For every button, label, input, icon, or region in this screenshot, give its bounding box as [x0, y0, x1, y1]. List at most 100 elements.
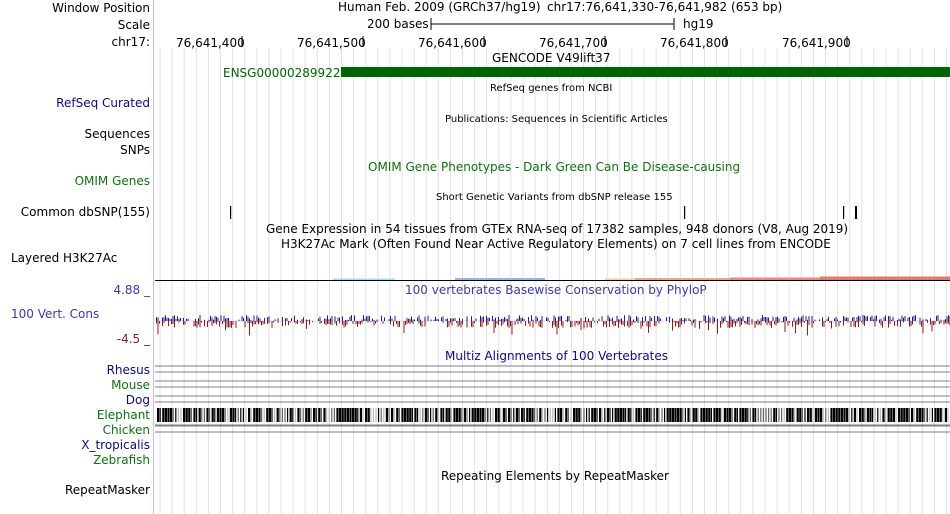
multiz-elephant-block [573, 408, 576, 422]
cons-bar-neg [214, 321, 216, 323]
cons-bar-neg [300, 321, 301, 323]
multiz-elephant-block [736, 408, 738, 422]
cons-bar-neg [721, 321, 723, 325]
cons-bar-neg [390, 321, 391, 325]
multiz-elephant-block [367, 408, 370, 422]
cons-bar-neg [163, 321, 165, 324]
species-label-elephant[interactable]: Elephant [0, 408, 153, 422]
h3k27ac-signal [333, 278, 395, 280]
cons-bar-pos [406, 318, 408, 321]
species-label-mouse[interactable]: Mouse [0, 378, 153, 392]
cons-bar-neg [223, 321, 225, 323]
multiz-elephant-block [523, 408, 525, 422]
multiz-elephant-block [916, 408, 919, 422]
cons-bar-pos [475, 318, 477, 321]
cons-bar-neg [528, 321, 529, 324]
multiz-elephant-block [791, 408, 794, 422]
multiz-elephant-block [492, 408, 494, 422]
cons-bar-pos [672, 318, 673, 321]
cons-bar-pos [757, 319, 759, 321]
cons-bar-neg [321, 321, 322, 323]
multiz-elephant-block [188, 408, 191, 422]
cons-bar-neg [766, 321, 768, 326]
multiz-elephant-block [752, 408, 755, 422]
track-image[interactable]: Human Feb. 2009 (GRCh37/hg19) chr17:76,6… [155, 0, 950, 514]
species-label-dog[interactable]: Dog [0, 393, 153, 407]
track-label-sequences[interactable]: Sequences [0, 127, 153, 141]
chrom-label: chr17: [111, 35, 150, 49]
cons-bar-neg [699, 321, 700, 329]
multiz-elephant-block [731, 408, 733, 422]
species-label-xtropicalis[interactable]: X_tropicalis [0, 438, 153, 452]
cons-bar-pos [318, 318, 319, 321]
track-label-refseq[interactable]: RefSeq Curated [0, 96, 153, 110]
cons-bar-neg [261, 321, 262, 326]
multiz-elephant-block [690, 408, 692, 422]
cons-bar-pos [384, 317, 385, 321]
multiz-elephant-block [274, 408, 276, 422]
multiz-elephant-block [417, 408, 419, 422]
cons-bar-neg [811, 321, 813, 328]
multiz-elephant-block [526, 408, 529, 422]
cons-bar-pos [630, 316, 631, 321]
cons-bar-neg [421, 321, 423, 327]
species-label-zebrafish[interactable]: Zebrafish [0, 453, 153, 467]
multiz-elephant-block [947, 408, 949, 422]
track-label-snps[interactable]: SNPs [0, 143, 153, 157]
cons-bar-neg [360, 321, 361, 325]
cons-bar-neg [622, 321, 624, 326]
cons-bar-pos [888, 316, 889, 321]
cons-bar-pos [736, 318, 738, 321]
cons-bar-pos [741, 318, 742, 321]
cons-bar-neg [403, 321, 405, 334]
multiz-elephant-block [411, 408, 413, 422]
cons-bar-pos [369, 316, 370, 321]
cons-bar-pos [342, 316, 343, 321]
cons-bar-pos [555, 317, 556, 321]
multiz-elephant-block [892, 408, 895, 422]
track-label-dbsnp[interactable]: Common dbSNP(155) [0, 205, 153, 219]
cons-bar-neg [681, 321, 682, 325]
cons-bar-pos [373, 319, 375, 321]
track-label-omim[interactable]: OMIM Genes [0, 174, 153, 188]
cons-bar-pos [339, 317, 340, 321]
cons-bar-neg [268, 321, 270, 324]
cons-bar-pos [436, 318, 438, 321]
gene-name-label[interactable]: ENSG00000289922 [223, 66, 340, 80]
multiz-elephant-block [307, 408, 310, 422]
multiz-elephant-block [716, 408, 719, 422]
track-label-cons[interactable]: 100 Vert. Cons [0, 307, 153, 321]
track-label-h3k27ac[interactable]: Layered H3K27Ac [0, 251, 153, 265]
cons-bar-pos [616, 315, 618, 321]
cons-bar-neg [159, 321, 160, 324]
cons-bar-neg [277, 321, 279, 323]
cons-bar-pos [844, 317, 846, 321]
multiz-elephant-block [775, 408, 777, 422]
multiz-elephant-block [224, 408, 226, 422]
cons-bar-pos [195, 318, 196, 321]
species-label-rhesus[interactable]: Rhesus [0, 363, 153, 377]
track-label-repeatmasker[interactable]: RepeatMasker [0, 483, 153, 497]
multiz-elephant-block [331, 408, 333, 422]
multiz-elephant-block [601, 408, 603, 422]
cons-bar-pos [913, 315, 915, 321]
multiz-elephant-block [822, 408, 824, 422]
multiz-elephant-block [814, 408, 817, 422]
cons-bar-neg [577, 321, 579, 326]
multiz-elephant-block [227, 408, 229, 422]
multiz-elephant-block [404, 408, 407, 422]
multiz-elephant-block [924, 408, 926, 422]
species-label-chicken[interactable]: Chicken [0, 423, 153, 437]
multiz-elephant-block [708, 408, 711, 422]
cons-bar-neg [732, 321, 733, 328]
cons-bar-pos [561, 315, 562, 321]
cons-bar-neg [864, 321, 865, 326]
cons-bar-neg [787, 321, 789, 326]
cons-bar-pos [859, 316, 861, 321]
multiz-elephant-block [479, 408, 482, 422]
cons-bar-pos [705, 315, 706, 321]
cons-bar-neg [583, 321, 585, 329]
cons-bar-neg [934, 321, 936, 325]
cons-bar-neg [178, 321, 180, 323]
cons-bar-pos [709, 317, 711, 321]
